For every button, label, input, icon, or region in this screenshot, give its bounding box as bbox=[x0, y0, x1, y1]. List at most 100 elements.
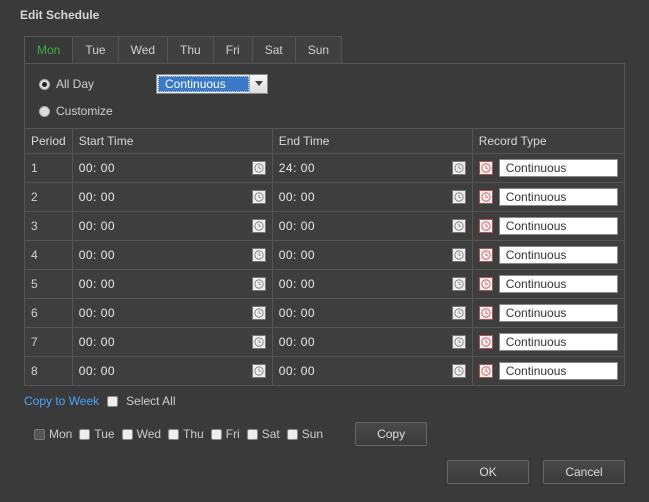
clock-icon[interactable] bbox=[252, 219, 266, 233]
record-type-value: Continuous bbox=[506, 364, 567, 378]
period-number: 2 bbox=[25, 183, 73, 212]
record-type-field[interactable]: Continuous bbox=[499, 246, 618, 264]
copy-day-label: Sat bbox=[262, 427, 280, 441]
copy-day-label: Sun bbox=[302, 427, 323, 441]
record-type-field[interactable]: Continuous bbox=[499, 217, 618, 235]
col-start: Start Time bbox=[72, 129, 272, 154]
copy-button[interactable]: Copy bbox=[355, 422, 427, 446]
clock-icon[interactable] bbox=[479, 219, 493, 233]
clock-icon[interactable] bbox=[479, 161, 493, 175]
table-row: 600: 0000: 00Continuous bbox=[25, 299, 625, 328]
table-row: 4 00: 00 00: 00 Continuous bbox=[25, 241, 625, 270]
record-type-value: Continuous bbox=[506, 248, 567, 262]
copy-to-week-link[interactable]: Copy to Week bbox=[24, 394, 99, 408]
copy-day-label: Mon bbox=[49, 427, 72, 441]
period-number: 6 bbox=[25, 299, 73, 328]
record-type-field[interactable]: Continuous bbox=[499, 275, 618, 293]
clock-icon[interactable] bbox=[479, 335, 493, 349]
start-time-value: 00: 00 bbox=[79, 248, 115, 262]
record-type-select-value: Continuous bbox=[158, 76, 249, 92]
clock-icon[interactable] bbox=[452, 248, 466, 262]
start-time-value: 00: 00 bbox=[79, 306, 115, 320]
clock-icon[interactable] bbox=[252, 335, 266, 349]
clock-icon[interactable] bbox=[252, 277, 266, 291]
copy-day-fri: Fri bbox=[211, 427, 240, 441]
tab-thu[interactable]: Thu bbox=[167, 36, 214, 63]
ok-button[interactable]: OK bbox=[447, 460, 529, 484]
copy-day-label: Fri bbox=[226, 427, 240, 441]
copy-day-checkbox[interactable] bbox=[247, 429, 258, 440]
record-type-field[interactable]: Continuous bbox=[499, 362, 618, 380]
clock-icon[interactable] bbox=[452, 219, 466, 233]
end-time-value: 00: 00 bbox=[279, 277, 315, 291]
record-type-field[interactable]: Continuous bbox=[499, 304, 618, 322]
tab-sat[interactable]: Sat bbox=[252, 36, 296, 63]
tab-fri[interactable]: Fri bbox=[213, 36, 253, 63]
copy-day-checkbox[interactable] bbox=[79, 429, 90, 440]
copy-day-checkbox[interactable] bbox=[122, 429, 133, 440]
end-time-value: 00: 00 bbox=[279, 364, 315, 378]
table-row: 300: 0000: 00Continuous bbox=[25, 212, 625, 241]
clock-icon[interactable] bbox=[479, 277, 493, 291]
start-time-value: 00: 00 bbox=[79, 364, 115, 378]
clock-icon[interactable] bbox=[252, 190, 266, 204]
mode-panel: All Day Continuous Customize bbox=[24, 63, 625, 129]
end-time-value: 00: 00 bbox=[279, 335, 315, 349]
copy-day-tue: Tue bbox=[79, 427, 114, 441]
copy-day-mon: Mon bbox=[34, 427, 72, 441]
record-type-value: Continuous bbox=[506, 219, 567, 233]
record-type-value: Continuous bbox=[506, 190, 567, 204]
tab-mon[interactable]: Mon bbox=[24, 36, 73, 63]
periods-table: Period Start Time End Time Record Type 1… bbox=[24, 128, 625, 386]
record-type-field[interactable]: Continuous bbox=[499, 188, 618, 206]
tab-wed[interactable]: Wed bbox=[118, 36, 168, 63]
record-type-field[interactable]: Continuous bbox=[499, 159, 618, 177]
clock-icon[interactable] bbox=[479, 364, 493, 378]
radio-customize[interactable] bbox=[39, 106, 50, 117]
copy-day-checkbox[interactable] bbox=[168, 429, 179, 440]
clock-icon[interactable] bbox=[452, 161, 466, 175]
clock-icon[interactable] bbox=[252, 306, 266, 320]
clock-icon[interactable] bbox=[252, 248, 266, 262]
clock-icon[interactable] bbox=[452, 277, 466, 291]
clock-icon[interactable] bbox=[452, 190, 466, 204]
period-number: 4 bbox=[25, 241, 73, 270]
clock-icon[interactable] bbox=[452, 364, 466, 378]
tab-sun[interactable]: Sun bbox=[295, 36, 342, 63]
clock-icon[interactable] bbox=[452, 306, 466, 320]
period-number: 1 bbox=[25, 154, 73, 183]
end-time-value: 24: 00 bbox=[279, 161, 315, 175]
copy-day-checkbox[interactable] bbox=[34, 429, 45, 440]
clock-icon[interactable] bbox=[252, 364, 266, 378]
period-number: 7 bbox=[25, 328, 73, 357]
copy-day-checkbox[interactable] bbox=[287, 429, 298, 440]
cancel-button[interactable]: Cancel bbox=[543, 460, 625, 484]
clock-icon[interactable] bbox=[479, 190, 493, 204]
tab-tue[interactable]: Tue bbox=[72, 36, 118, 63]
record-type-field[interactable]: Continuous bbox=[499, 333, 618, 351]
start-time-value: 00: 00 bbox=[79, 161, 115, 175]
day-tabs: MonTueWedThuFriSatSun bbox=[24, 36, 625, 63]
record-type-value: Continuous bbox=[506, 335, 567, 349]
clock-icon[interactable] bbox=[452, 335, 466, 349]
start-time-value: 00: 00 bbox=[79, 190, 115, 204]
clock-icon[interactable] bbox=[252, 161, 266, 175]
chevron-down-icon bbox=[249, 75, 267, 93]
start-time-value: 00: 00 bbox=[79, 219, 115, 233]
radio-all-day[interactable] bbox=[39, 79, 50, 90]
table-row: 200: 0000: 00Continuous bbox=[25, 183, 625, 212]
period-number: 5 bbox=[25, 270, 73, 299]
select-all-checkbox[interactable] bbox=[107, 396, 118, 407]
clock-icon[interactable] bbox=[479, 248, 493, 262]
start-time-value: 00: 00 bbox=[79, 277, 115, 291]
copy-day-sun: Sun bbox=[287, 427, 323, 441]
dialog-title: Edit Schedule bbox=[0, 0, 649, 36]
col-end: End Time bbox=[272, 129, 472, 154]
copy-day-label: Thu bbox=[183, 427, 204, 441]
end-time-value: 00: 00 bbox=[279, 248, 315, 262]
copy-day-sat: Sat bbox=[247, 427, 280, 441]
table-row: 5 00: 00 00: 00 Continuous bbox=[25, 270, 625, 299]
copy-day-checkbox[interactable] bbox=[211, 429, 222, 440]
clock-icon[interactable] bbox=[479, 306, 493, 320]
record-type-select[interactable]: Continuous bbox=[156, 74, 268, 94]
